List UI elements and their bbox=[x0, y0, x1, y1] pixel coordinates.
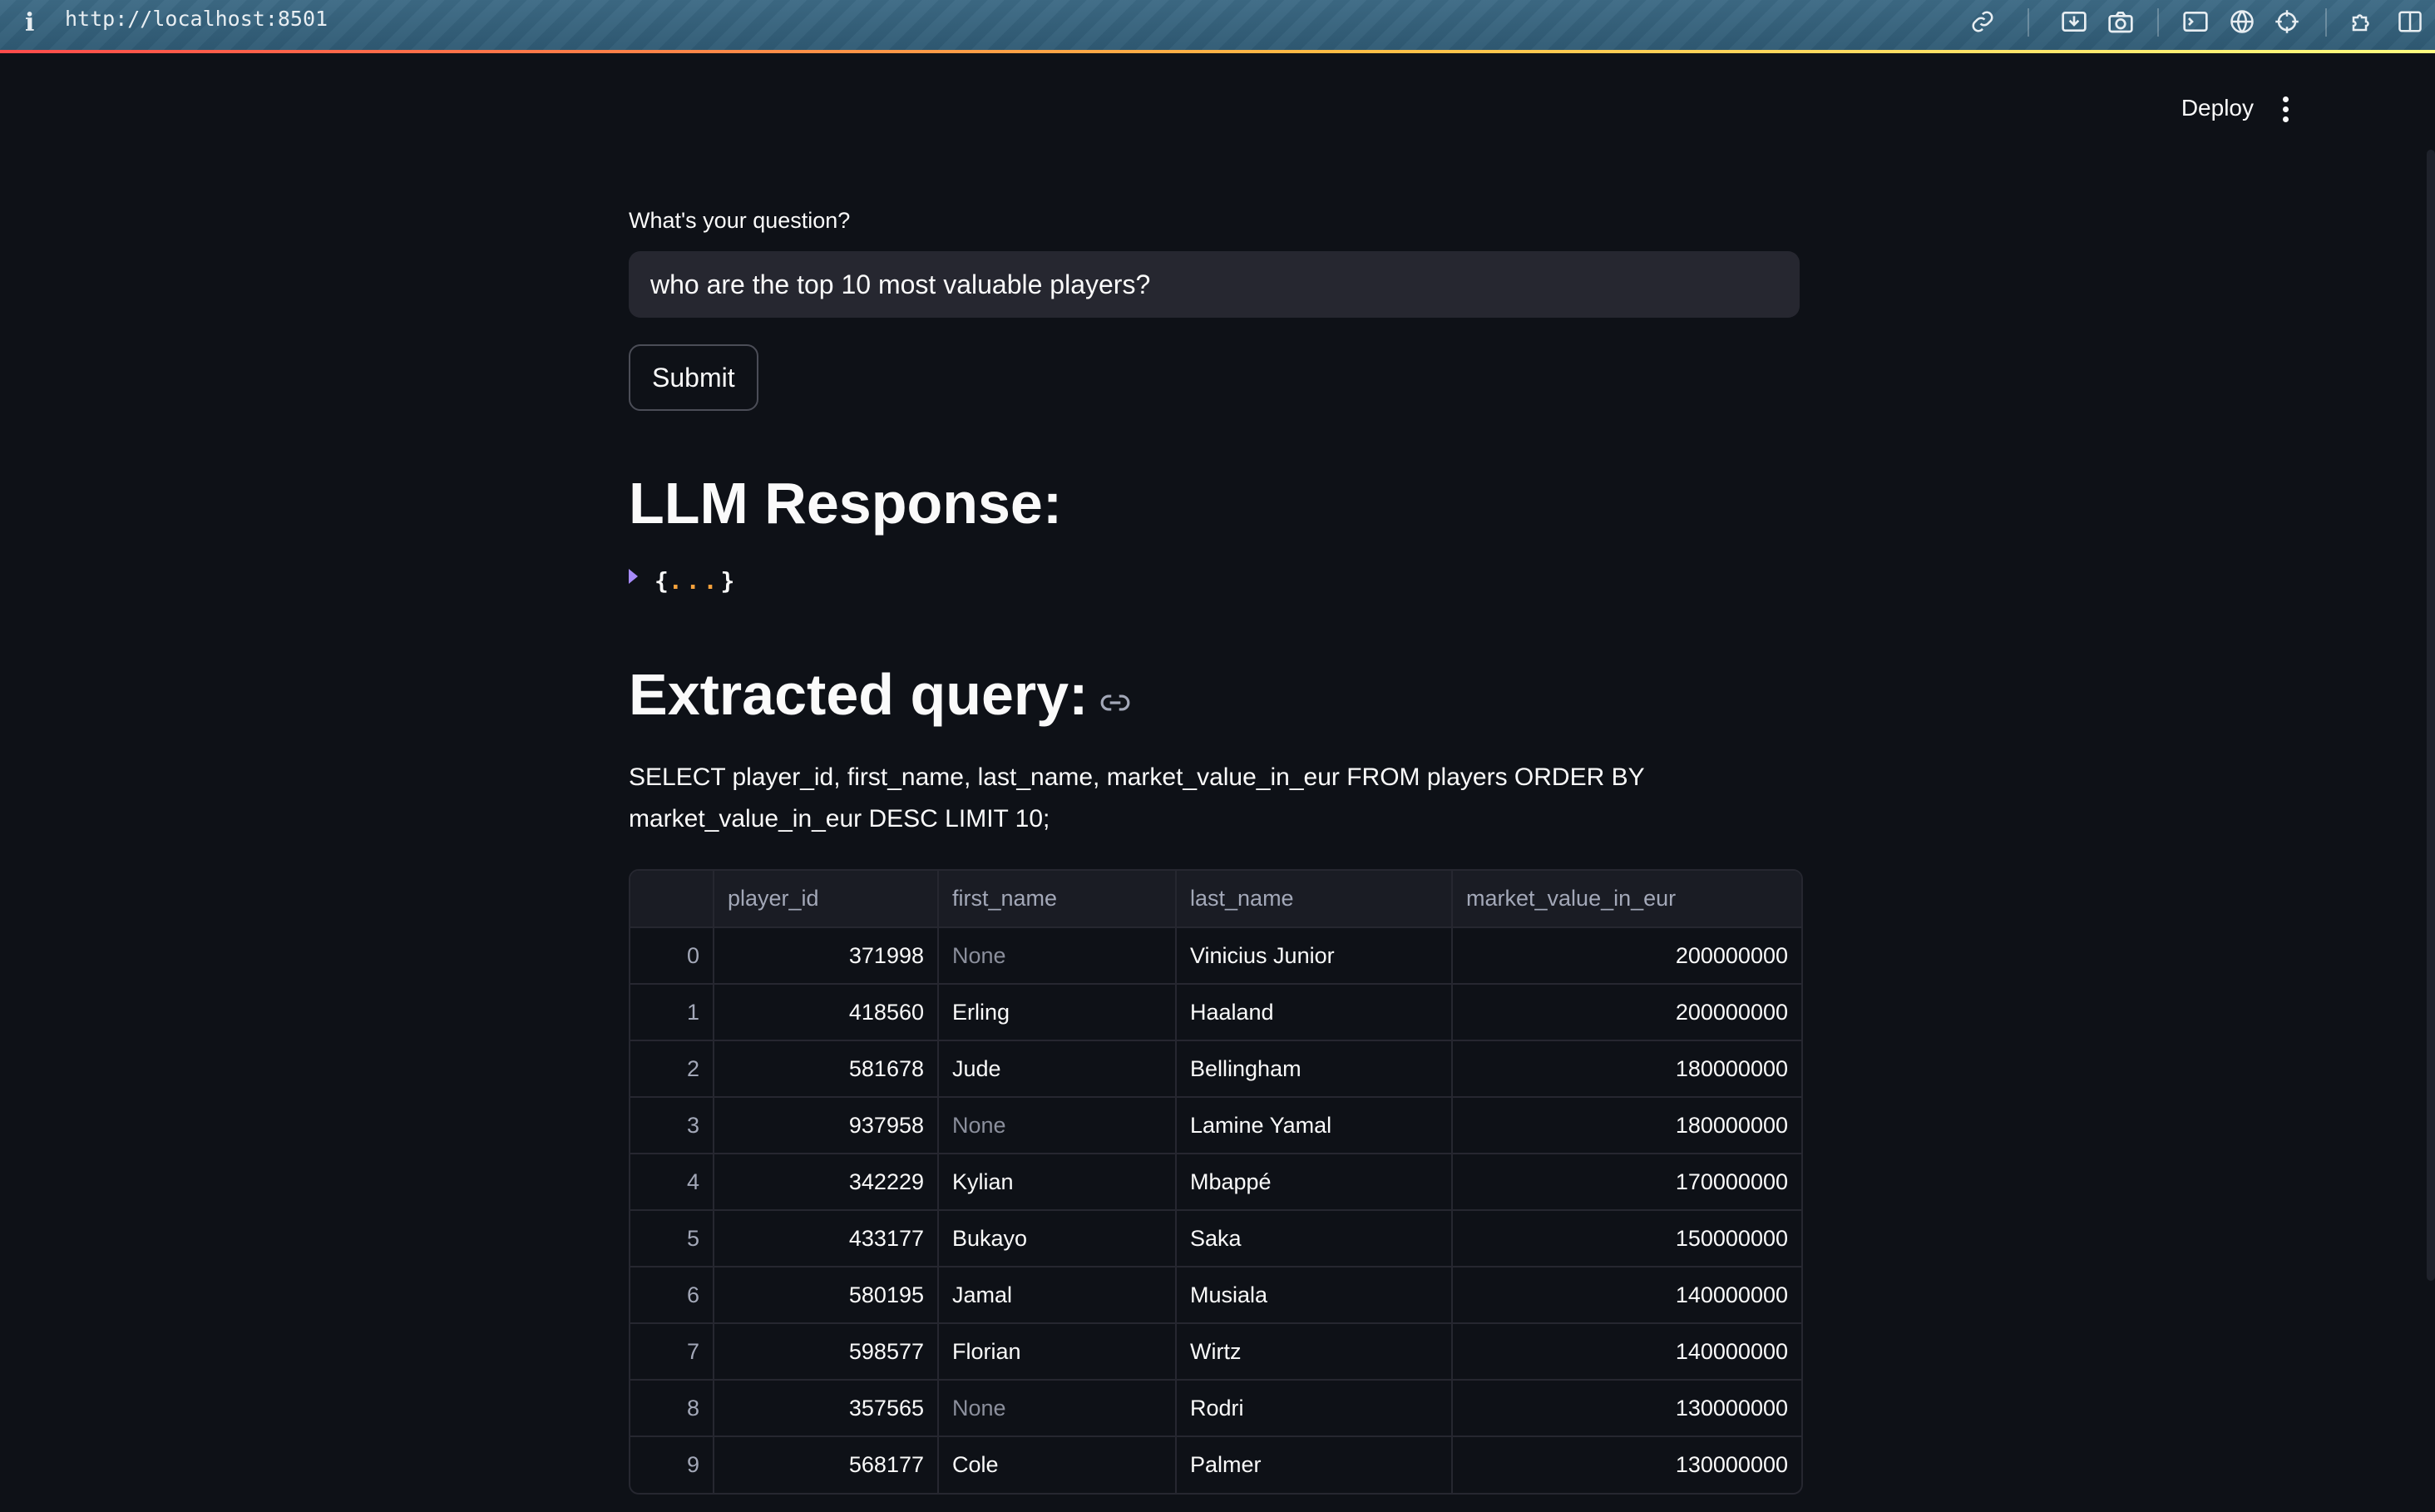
row-index-cell[interactable]: 8 bbox=[630, 1380, 714, 1437]
table-row[interactable]: 9 568177 Cole Palmer 130000000 bbox=[630, 1436, 1801, 1493]
json-viewer[interactable]: { ... } bbox=[629, 567, 734, 595]
first-name-cell[interactable]: None bbox=[938, 1380, 1177, 1437]
first-name-cell[interactable]: Erling bbox=[938, 984, 1177, 1041]
json-collapsed-dots[interactable]: ... bbox=[669, 567, 721, 595]
first-name-cell[interactable]: Jamal bbox=[938, 1267, 1177, 1324]
first-name-cell[interactable]: Florian bbox=[938, 1323, 1177, 1381]
last-name-cell[interactable]: Haaland bbox=[1176, 984, 1453, 1041]
toolbar-divider bbox=[2157, 8, 2159, 37]
market-value-cell[interactable]: 130000000 bbox=[1452, 1436, 1801, 1493]
download-icon[interactable] bbox=[2057, 5, 2091, 38]
player-id-cell[interactable]: 433177 bbox=[714, 1210, 939, 1267]
row-index-cell[interactable]: 3 bbox=[630, 1097, 714, 1154]
main-content: What's your question? Submit LLM Respons… bbox=[629, 208, 1803, 1495]
info-icon[interactable]: i bbox=[25, 8, 34, 37]
table-row[interactable]: 3 937958 None Lamine Yamal 180000000 bbox=[630, 1097, 1801, 1154]
llm-response-heading: LLM Response: bbox=[629, 471, 1063, 536]
extracted-query-heading: Extracted query: bbox=[629, 657, 1131, 732]
camera-icon[interactable] bbox=[2104, 5, 2137, 38]
last-name-cell[interactable]: Musiala bbox=[1176, 1267, 1453, 1324]
row-index-cell[interactable]: 1 bbox=[630, 984, 714, 1041]
table-row[interactable]: 5 433177 Bukayo Saka 150000000 bbox=[630, 1210, 1801, 1267]
last-name-cell[interactable]: Palmer bbox=[1176, 1436, 1453, 1493]
player-id-cell[interactable]: 418560 bbox=[714, 984, 939, 1041]
player-id-cell[interactable]: 371998 bbox=[714, 927, 939, 985]
crosshair-icon[interactable] bbox=[2270, 5, 2304, 38]
scrollbar[interactable] bbox=[2427, 150, 2435, 1281]
row-index-cell[interactable]: 5 bbox=[630, 1210, 714, 1267]
last-name-cell[interactable]: Wirtz bbox=[1176, 1323, 1453, 1381]
address-bar[interactable]: http://localhost:8501 bbox=[65, 7, 328, 31]
table-header-row: player_id first_name last_name market_va… bbox=[630, 871, 1801, 928]
column-header-first-name[interactable]: first_name bbox=[938, 871, 1177, 928]
sql-query-text: SELECT player_id, first_name, last_name,… bbox=[629, 763, 1645, 833]
column-header-last-name[interactable]: last_name bbox=[1176, 871, 1453, 928]
globe-icon[interactable] bbox=[2225, 5, 2259, 38]
sidebar-icon[interactable] bbox=[2393, 5, 2427, 38]
row-index-cell[interactable]: 9 bbox=[630, 1436, 714, 1493]
header-accent-line bbox=[0, 50, 2435, 53]
link-icon[interactable] bbox=[1966, 5, 1999, 38]
player-id-cell[interactable]: 357565 bbox=[714, 1380, 939, 1437]
question-label: What's your question? bbox=[629, 208, 851, 233]
table-row[interactable]: 1 418560 Erling Haaland 200000000 bbox=[630, 984, 1801, 1041]
toolbar-divider bbox=[2325, 8, 2327, 37]
row-index-cell[interactable]: 7 bbox=[630, 1323, 714, 1381]
player-id-cell[interactable]: 580195 bbox=[714, 1267, 939, 1324]
anchor-link-icon[interactable] bbox=[1099, 665, 1131, 732]
player-id-cell[interactable]: 937958 bbox=[714, 1097, 939, 1154]
market-value-cell[interactable]: 140000000 bbox=[1452, 1323, 1801, 1381]
market-value-cell[interactable]: 140000000 bbox=[1452, 1267, 1801, 1324]
row-index-cell[interactable]: 2 bbox=[630, 1040, 714, 1098]
market-value-cell[interactable]: 200000000 bbox=[1452, 984, 1801, 1041]
row-index-cell[interactable]: 6 bbox=[630, 1267, 714, 1324]
column-header-market-value[interactable]: market_value_in_eur bbox=[1452, 871, 1801, 928]
last-name-cell[interactable]: Lamine Yamal bbox=[1176, 1097, 1453, 1154]
table-row[interactable]: 0 371998 None Vinicius Junior 200000000 bbox=[630, 927, 1801, 985]
json-open-brace: { bbox=[654, 567, 669, 595]
player-id-cell[interactable]: 581678 bbox=[714, 1040, 939, 1098]
first-name-cell[interactable]: Cole bbox=[938, 1436, 1177, 1493]
last-name-cell[interactable]: Bellingham bbox=[1176, 1040, 1453, 1098]
player-id-cell[interactable]: 598577 bbox=[714, 1323, 939, 1381]
deploy-button[interactable]: Deploy bbox=[2181, 95, 2254, 121]
kebab-menu-icon[interactable] bbox=[2277, 96, 2294, 123]
first-name-cell[interactable]: Kylian bbox=[938, 1154, 1177, 1211]
player-id-cell[interactable]: 568177 bbox=[714, 1436, 939, 1493]
results-dataframe[interactable]: player_id first_name last_name market_va… bbox=[629, 869, 1803, 1495]
browser-toolbar: i http://localhost:8501 bbox=[0, 0, 2435, 50]
extracted-query-title: Extracted query: bbox=[629, 662, 1089, 727]
market-value-cell[interactable]: 180000000 bbox=[1452, 1040, 1801, 1098]
market-value-cell[interactable]: 150000000 bbox=[1452, 1210, 1801, 1267]
submit-button[interactable]: Submit bbox=[629, 344, 758, 411]
terminal-icon[interactable] bbox=[2179, 5, 2212, 38]
first-name-cell[interactable]: Jude bbox=[938, 1040, 1177, 1098]
first-name-cell[interactable]: None bbox=[938, 1097, 1177, 1154]
puzzle-icon[interactable] bbox=[2345, 5, 2378, 38]
market-value-cell[interactable]: 130000000 bbox=[1452, 1380, 1801, 1437]
table-row[interactable]: 2 581678 Jude Bellingham 180000000 bbox=[630, 1040, 1801, 1098]
first-name-cell[interactable]: Bukayo bbox=[938, 1210, 1177, 1267]
table-row[interactable]: 4 342229 Kylian Mbappé 170000000 bbox=[630, 1154, 1801, 1211]
question-input[interactable] bbox=[629, 251, 1800, 318]
column-header-index[interactable] bbox=[630, 871, 714, 928]
expand-caret-icon[interactable] bbox=[629, 568, 638, 584]
market-value-cell[interactable]: 180000000 bbox=[1452, 1097, 1801, 1154]
table-row[interactable]: 7 598577 Florian Wirtz 140000000 bbox=[630, 1323, 1801, 1381]
row-index-cell[interactable]: 0 bbox=[630, 927, 714, 985]
last-name-cell[interactable]: Saka bbox=[1176, 1210, 1453, 1267]
first-name-cell[interactable]: None bbox=[938, 927, 1177, 985]
row-index-cell[interactable]: 4 bbox=[630, 1154, 714, 1211]
market-value-cell[interactable]: 170000000 bbox=[1452, 1154, 1801, 1211]
market-value-cell[interactable]: 200000000 bbox=[1452, 927, 1801, 985]
player-id-cell[interactable]: 342229 bbox=[714, 1154, 939, 1211]
last-name-cell[interactable]: Mbappé bbox=[1176, 1154, 1453, 1211]
last-name-cell[interactable]: Rodri bbox=[1176, 1380, 1453, 1437]
json-close-brace: } bbox=[720, 567, 735, 595]
table-row[interactable]: 8 357565 None Rodri 130000000 bbox=[630, 1380, 1801, 1437]
toolbar-divider bbox=[2028, 8, 2029, 37]
column-header-player-id[interactable]: player_id bbox=[714, 871, 939, 928]
table-row[interactable]: 6 580195 Jamal Musiala 140000000 bbox=[630, 1267, 1801, 1324]
last-name-cell[interactable]: Vinicius Junior bbox=[1176, 927, 1453, 985]
